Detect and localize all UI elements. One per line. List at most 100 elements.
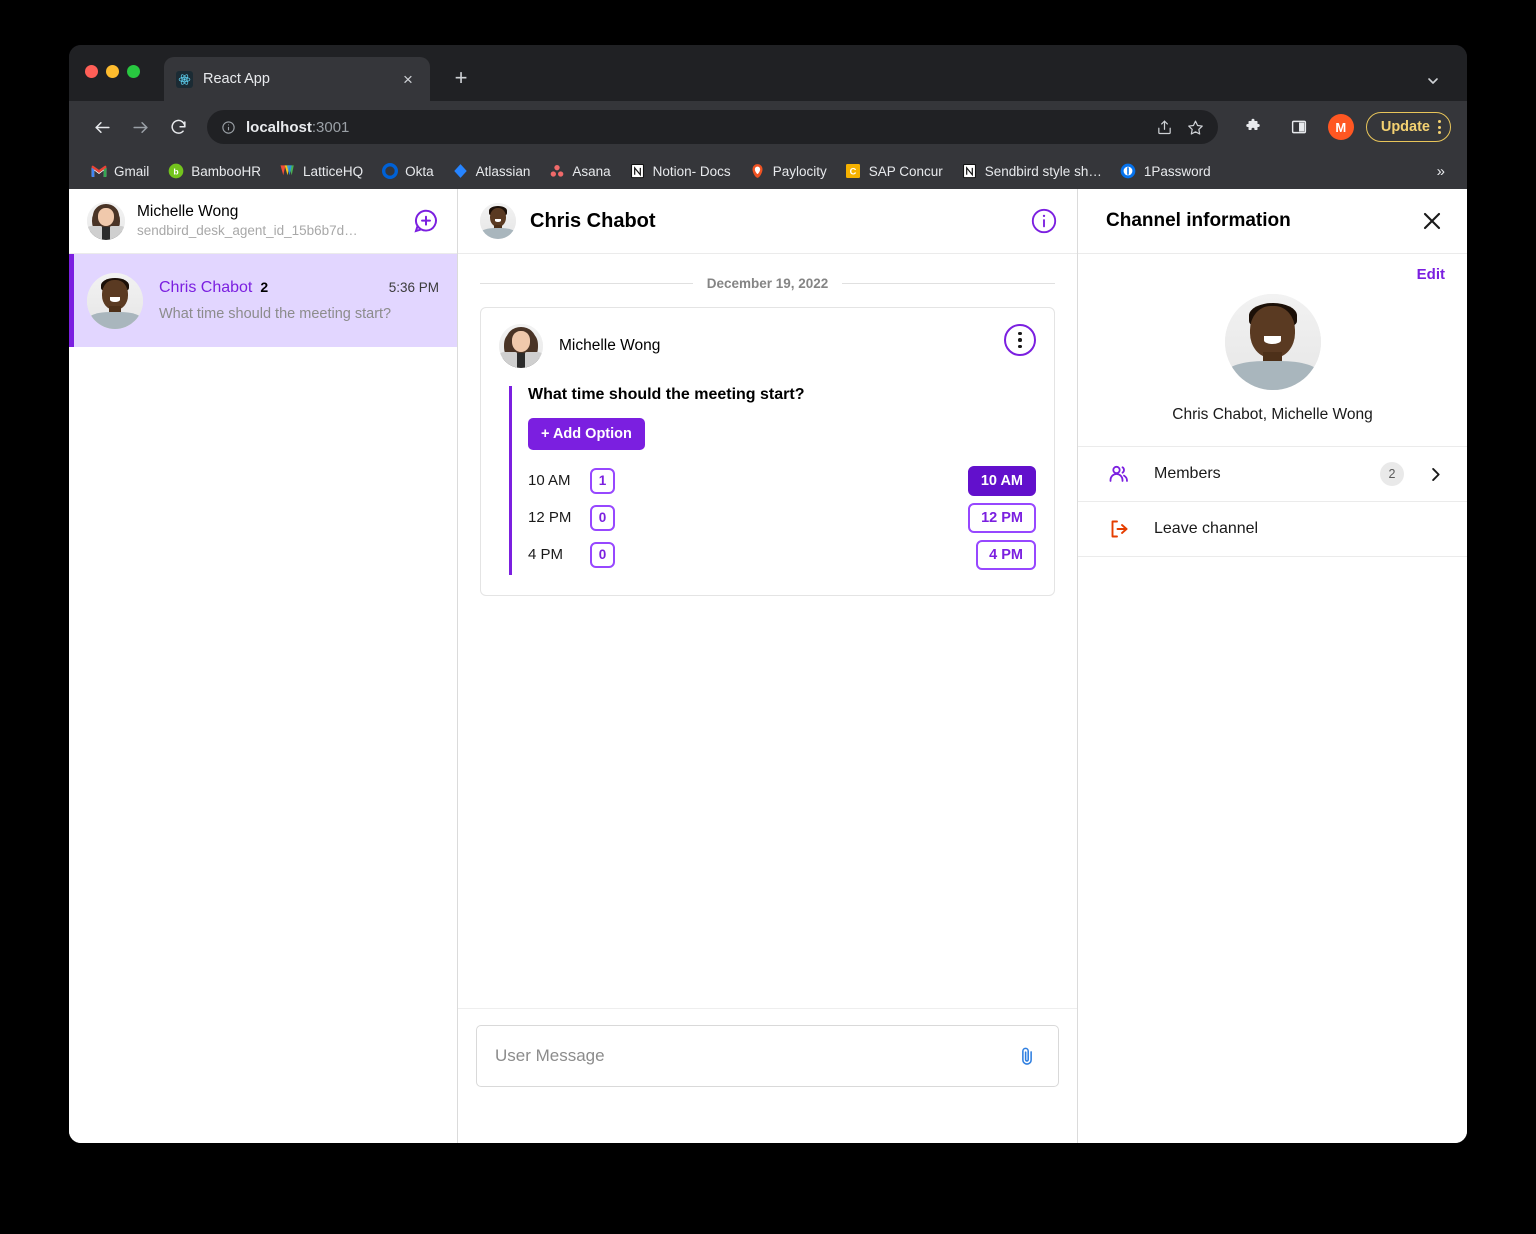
asana-icon [548,163,565,180]
bookmark-label: Notion- Docs [652,163,731,179]
bookmark-notion-docs[interactable]: Notion- Docs [622,159,738,184]
omnibox-actions [1156,119,1204,136]
message-input-placeholder: User Message [495,1046,605,1065]
chat-plus-icon[interactable] [411,206,441,236]
bookmark-label: Paylocity [772,163,827,179]
new-tab-button[interactable]: + [448,65,474,91]
bookmark-1password[interactable]: 1Password [1113,159,1218,184]
latticehq-icon [279,163,296,180]
bookmark-atlassian[interactable]: Atlassian [445,159,538,184]
message-list[interactable]: December 19, 2022 Michelle Wong What tim… [458,254,1077,1009]
members-icon [1106,461,1132,487]
channel-timestamp: 5:36 PM [388,280,439,295]
okta-icon [381,163,398,180]
reload-button[interactable] [161,110,195,144]
tab-title: React App [203,71,270,87]
toolbar-right: M Update [1236,110,1451,144]
channel-information-header: Channel information [1078,189,1467,254]
chrome-menu-icon[interactable] [1438,120,1441,134]
poll-author-row: Michelle Wong [499,324,1036,368]
date-separator-label: December 19, 2022 [706,276,829,291]
channel-item-body: Chris Chabot 2 5:36 PM What time should … [159,279,439,322]
more-vertical-icon[interactable] [1004,324,1036,356]
paylocity-icon [749,163,766,180]
channel-information-panel: Channel information Edit Chris Chabot, M… [1078,189,1467,1143]
close-window-button[interactable] [85,64,98,78]
leave-channel-row[interactable]: Leave channel [1078,502,1467,557]
sap-concur-icon: C [845,163,862,180]
bookmark-latticehq[interactable]: LatticeHQ [272,159,370,184]
bookmark-gmail[interactable]: Gmail [83,159,156,184]
current-user: Michelle Wong sendbird_desk_agent_id_15b… [137,202,399,240]
browser-toolbar: localhost:3001 M Update [69,101,1467,153]
channel-name: Chris Chabot [159,279,253,296]
avatar [87,202,125,240]
edit-button[interactable]: Edit [1417,266,1445,283]
url-port: :3001 [311,118,350,136]
avatar [499,324,543,368]
leave-icon [1106,516,1132,542]
minimize-window-button[interactable] [106,64,119,78]
bookmark-asana[interactable]: Asana [541,159,617,184]
bookmark-paylocity[interactable]: Paylocity [742,159,834,184]
chevron-down-icon[interactable] [1425,73,1441,89]
close-icon[interactable]: × [398,69,418,89]
bookmark-star-icon[interactable] [1187,119,1204,136]
avatar [1224,294,1321,390]
message-composer-area: User Message [458,1009,1077,1143]
bookmark-label: BambooHR [191,163,262,179]
bookmark-label: LatticeHQ [303,163,364,179]
bookmark-label: SAP Concur [868,163,943,179]
poll-question: What time should the meeting start? [528,386,805,403]
bookmark-sap-concur[interactable]: C SAP Concur [838,159,950,184]
sendbird-app: Michelle Wong sendbird_desk_agent_id_15b… [69,189,1467,1143]
poll-option-row: 4 PM 0 4 PM [528,536,1036,573]
add-option-button[interactable]: + Add Option [528,418,645,450]
poll-vote-button[interactable]: 12 PM [968,502,1036,533]
address-bar[interactable]: localhost:3001 [207,110,1218,144]
bookmark-okta[interactable]: Okta [374,159,441,184]
side-panel-icon[interactable] [1282,110,1316,144]
maximize-window-button[interactable] [127,64,140,78]
bookmarks-overflow-button[interactable]: » [1429,163,1453,180]
avatar [480,203,516,239]
channel-last-message: What time should the meeting start? [159,306,392,322]
info-circle-icon[interactable] [1029,206,1059,236]
avatar [87,272,143,329]
close-icon[interactable] [1417,206,1447,236]
poll-options: 10 AM 1 10 AM 12 PM 0 12 PM 4 PM 0 4 PM [528,462,1036,573]
bookmark-bamboohr[interactable]: b BambooHR [160,159,268,184]
share-icon[interactable] [1156,119,1173,136]
site-info-icon[interactable] [221,120,236,135]
react-icon [176,70,193,88]
profile-avatar[interactable]: M [1327,114,1354,140]
poll-vote-button[interactable]: 10 AM [967,465,1036,496]
poll-option-label: 10 AM [528,472,571,489]
forward-button[interactable] [123,110,157,144]
bookmark-label: Okta [405,163,434,179]
poll-vote-button[interactable]: 4 PM [976,539,1036,570]
update-button[interactable]: Update [1365,112,1451,142]
svg-text:C: C [850,167,857,177]
poll-body: What time should the meeting start? + Ad… [509,386,1036,575]
extensions-icon[interactable] [1236,110,1270,144]
bookmark-label: 1Password [1143,163,1211,179]
atlassian-icon [452,163,469,180]
members-count-badge: 2 [1380,462,1404,486]
browser-tab[interactable]: React App × [164,57,430,101]
paperclip-icon[interactable] [1014,1043,1040,1069]
divider [842,283,1055,284]
channel-list-item[interactable]: Chris Chabot 2 5:36 PM What time should … [69,254,457,347]
gmail-icon [90,163,107,180]
message-input[interactable]: User Message [476,1025,1059,1087]
channel-information-title: Channel information [1106,210,1291,231]
poll-option-row: 12 PM 0 12 PM [528,499,1036,536]
poll-author-name: Michelle Wong [559,337,661,354]
chevron-right-icon[interactable] [1426,465,1445,484]
notion-icon [629,163,646,180]
channel-members-names: Chris Chabot, Michelle Wong [1172,406,1373,423]
back-button[interactable] [85,110,119,144]
bookmark-sendbird-style-sheet[interactable]: Sendbird style sh… [954,159,1109,184]
conversation-header: Chris Chabot [458,189,1077,254]
members-row[interactable]: Members 2 [1078,447,1467,502]
